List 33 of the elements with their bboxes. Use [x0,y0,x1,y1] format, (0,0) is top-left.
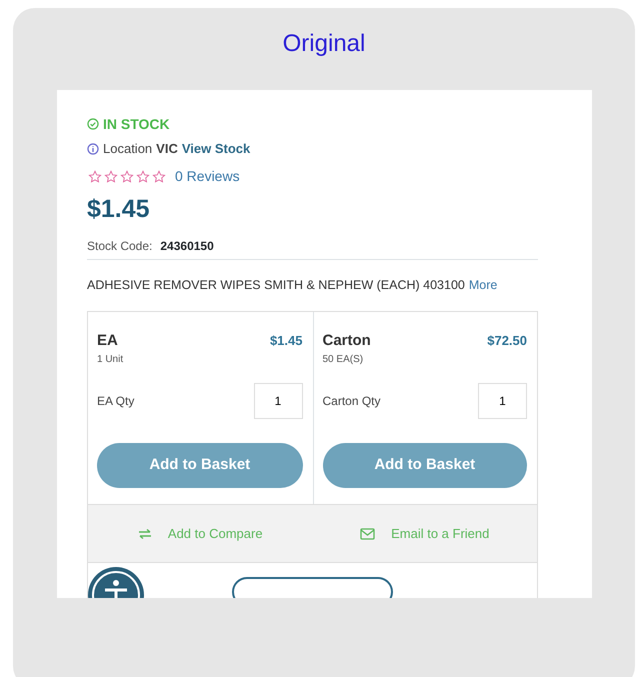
star-icon [151,170,167,184]
location-label: Location [103,140,152,158]
product-price: $1.45 [87,194,151,226]
star-icon [119,170,135,184]
add-to-basket-button[interactable]: Add to Basket [322,443,527,488]
stock-status: IN STOCK [103,114,170,134]
favourites-button[interactable] [232,577,393,598]
option-unit: 1 Unit [97,353,124,368]
star-icon [87,170,103,184]
stock-code-value: 24360150 [160,238,214,255]
qty-label: EA Qty [97,393,134,410]
arrows-icon [138,528,152,540]
option-name: Carton [322,330,371,351]
frame-title: Original [282,30,366,59]
add-to-basket-button[interactable]: Add to Basket [97,443,302,488]
check-circle-icon [87,118,99,130]
option-price: $1.45 [270,332,302,350]
product-description: ADHESIVE REMOVER WIPES SMITH & NEPHEW (EACH) 403100 [87,276,465,294]
star-icon [135,170,151,184]
stock-code-label: Stock Code: [87,238,152,255]
reviews-link[interactable]: 0 Reviews [175,166,240,188]
qty-field[interactable]: 1 [254,383,302,420]
info-icon [87,142,99,155]
location-value: VIC [156,140,178,158]
qty-field[interactable]: 1 [478,383,527,420]
option-price: $72.50 [487,332,527,350]
more-link[interactable]: More [468,276,498,295]
envelope-icon [360,528,376,540]
option-name: EA [97,330,118,351]
option-unit: 50 EA(S) [322,353,364,368]
star-icon [103,170,119,184]
view-stock-link[interactable]: View Stock [182,138,250,158]
qty-label: Carton Qty [322,393,381,410]
